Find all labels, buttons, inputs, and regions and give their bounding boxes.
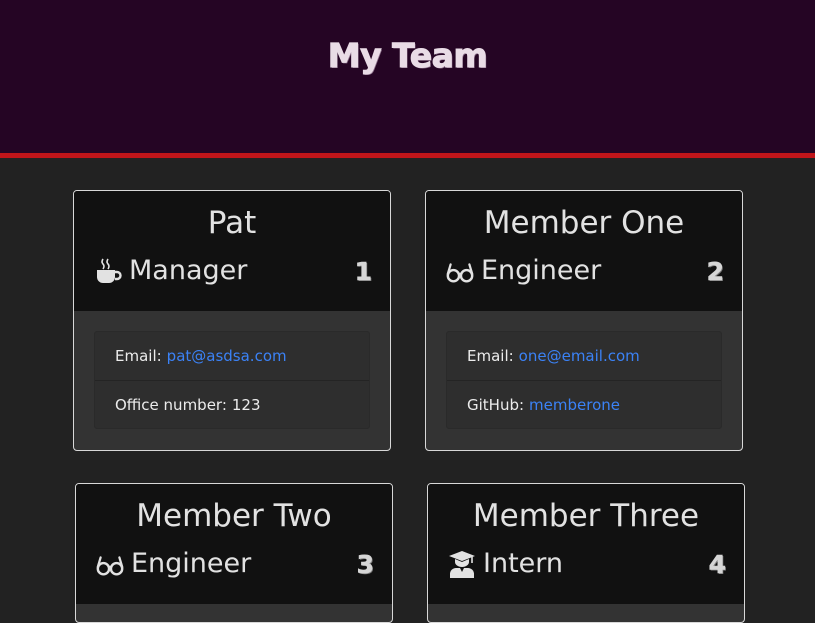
list-item-github: GitHub: memberone <box>447 380 721 428</box>
member-name: Member One <box>483 205 685 241</box>
email-label: Email: <box>115 347 162 365</box>
page-title: My Team <box>327 36 488 76</box>
page-header: My Team <box>0 0 815 158</box>
team-card-engineer: Member One Engineer 2 Email: one@email.c… <box>425 190 743 451</box>
graduate-icon <box>447 549 477 579</box>
member-role: Manager <box>93 255 247 286</box>
card-header: Pat Manager 1 <box>74 191 390 311</box>
team-card-manager: Pat Manager 1 Email: pat@asdsa.com Offic… <box>73 190 391 451</box>
member-id: 2 <box>706 257 724 287</box>
details-list: Email: one@email.com GitHub: memberone <box>446 331 722 429</box>
team-card-intern: Member Three Intern 4 <box>427 483 745 623</box>
github-label: GitHub: <box>467 395 525 414</box>
member-role-label: Engineer <box>131 548 252 579</box>
email-link[interactable]: pat@asdsa.com <box>167 347 287 365</box>
email-label: Email: <box>467 347 514 365</box>
member-name: Member Two <box>136 498 332 534</box>
card-body: Email: one@email.com GitHub: memberone <box>426 311 742 449</box>
member-role-label: Engineer <box>481 255 602 286</box>
team-card-engineer: Member Two Engineer 3 <box>75 483 393 623</box>
glasses-icon <box>445 256 475 286</box>
member-name: Pat <box>207 205 257 241</box>
details-list: Email: pat@asdsa.com Office number: 123 <box>94 331 370 429</box>
office-number-value: 123 <box>231 395 261 414</box>
list-item-email: Email: one@email.com <box>447 332 721 380</box>
card-header: Member One Engineer 2 <box>426 191 742 311</box>
office-number-label: Office number: <box>115 395 227 414</box>
list-item-office: Office number: 123 <box>95 380 369 428</box>
list-item-email: Email: pat@asdsa.com <box>95 332 369 380</box>
member-id: 1 <box>354 257 372 287</box>
member-name: Member Three <box>472 498 700 534</box>
github-link[interactable]: memberone <box>529 396 620 414</box>
member-id: 3 <box>356 550 374 580</box>
card-header: Member Three Intern 4 <box>428 484 744 604</box>
card-body: Email: pat@asdsa.com Office number: 123 <box>74 311 390 449</box>
member-role: Engineer <box>95 548 251 579</box>
member-role-label: Manager <box>129 255 248 286</box>
member-role-label: Intern <box>483 548 564 579</box>
member-role: Intern <box>447 548 563 579</box>
card-header: Member Two Engineer 3 <box>76 484 392 604</box>
email-link[interactable]: one@email.com <box>519 347 640 365</box>
glasses-icon <box>95 549 125 579</box>
member-id: 4 <box>708 550 726 580</box>
member-role: Engineer <box>445 255 601 286</box>
mug-icon <box>93 256 123 286</box>
